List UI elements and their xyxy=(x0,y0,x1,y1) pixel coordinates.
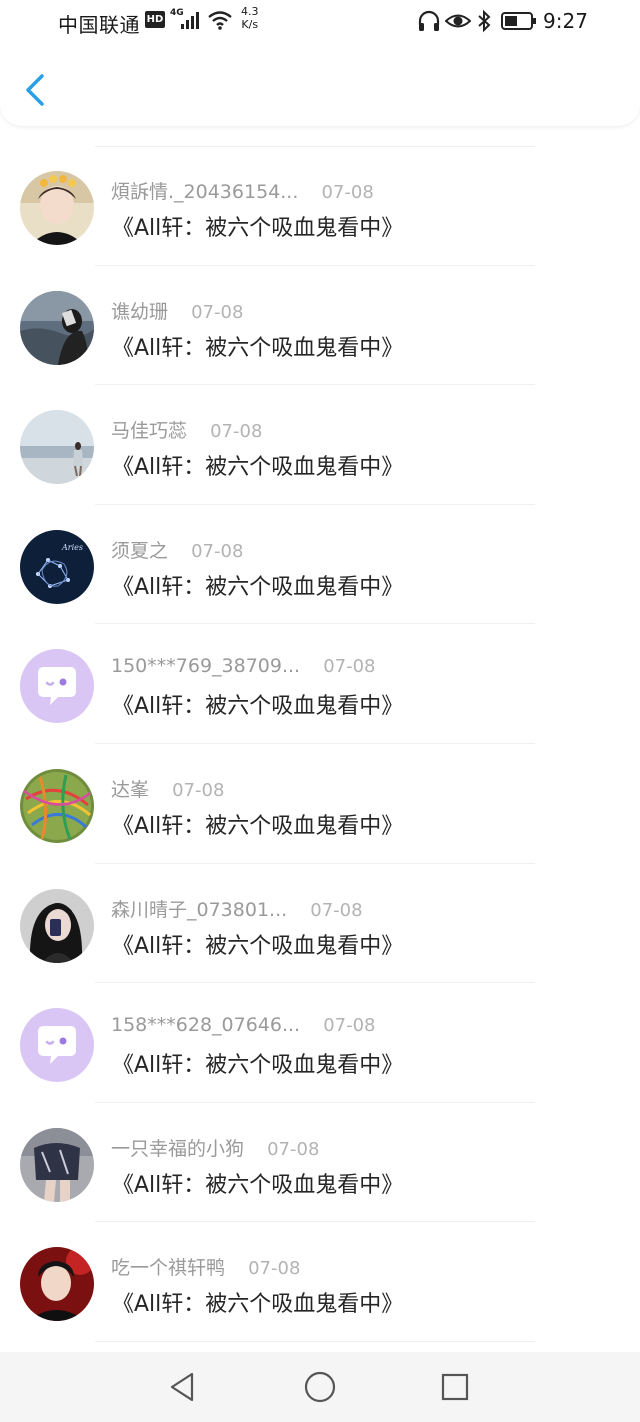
home-circle-icon xyxy=(304,1371,336,1403)
clock: 9:27 xyxy=(543,9,588,33)
divider xyxy=(95,1340,535,1342)
post-date: 07-08 xyxy=(191,301,244,323)
item-meta: 须夏之 07-08 xyxy=(111,536,243,564)
post-date: 07-08 xyxy=(191,540,244,562)
user-avatar[interactable] xyxy=(20,1127,94,1202)
user-avatar[interactable] xyxy=(20,410,94,485)
user-name: 吃一个祺轩鸭 xyxy=(111,1257,226,1280)
back-button[interactable] xyxy=(18,70,52,110)
nav-recents-button[interactable] xyxy=(438,1370,472,1404)
user-avatar[interactable]: Aries xyxy=(20,529,94,604)
list-item[interactable]: 150***769_38709... 07-08 《All轩：被六个吸血鬼看中》 xyxy=(0,624,640,744)
item-title[interactable]: 《All轩：被六个吸血鬼看中》 xyxy=(112,449,403,481)
user-avatar[interactable] xyxy=(20,290,94,365)
user-name: 煩訴情._20436154... xyxy=(111,181,299,203)
item-title[interactable]: 《All轩：被六个吸血鬼看中》 xyxy=(112,928,403,960)
post-date: 07-08 xyxy=(323,1015,376,1037)
bluetooth-icon xyxy=(478,9,491,33)
default-avatar-icon xyxy=(20,1008,94,1083)
status-bar: 中国联通 HD 4G 4.3 K/s 9:27 xyxy=(0,0,640,44)
item-title[interactable]: 《All轩：被六个吸血鬼看中》 xyxy=(112,330,403,362)
item-meta: 煩訴情._20436154... 07-08 xyxy=(111,177,374,205)
user-name: 马佳巧蕊 xyxy=(111,420,188,443)
user-name: 158***628_07646... xyxy=(111,1014,301,1037)
user-name: 森川晴子_073801... xyxy=(111,898,288,921)
item-title[interactable]: 《All轩：被六个吸血鬼看中》 xyxy=(112,1286,403,1318)
item-meta: 森川晴子_073801... 07-08 xyxy=(111,895,363,923)
item-meta: 158***628_07646... 07-08 xyxy=(111,1014,376,1042)
user-name: 150***769_38709... xyxy=(111,655,301,678)
list-item[interactable]: Aries 须夏之 07-08 《All轩：被六个吸血鬼看中》 xyxy=(0,505,640,625)
post-date: 07-08 xyxy=(172,779,225,801)
recommendation-list: 煩訴情._20436154... 07-08 《All轩：被六个吸血鬼看中》 谯… xyxy=(0,146,640,1342)
system-nav-bar xyxy=(0,1352,640,1422)
item-title[interactable]: 《All轩：被六个吸血鬼看中》 xyxy=(112,569,403,601)
item-meta: 150***769_38709... 07-08 xyxy=(111,655,376,683)
user-avatar[interactable] xyxy=(20,888,94,963)
svg-text:Aries: Aries xyxy=(61,543,83,552)
network-speed: 4.3 K/s xyxy=(241,5,259,31)
default-avatar-icon xyxy=(20,649,94,724)
item-title[interactable]: 《All轩：被六个吸血鬼看中》 xyxy=(112,1167,403,1199)
post-date: 07-08 xyxy=(321,182,374,203)
item-title[interactable]: 《All轩：被六个吸血鬼看中》 xyxy=(112,688,403,720)
nav-back-button[interactable] xyxy=(165,1370,199,1404)
item-meta: 达峯 07-08 xyxy=(111,775,224,803)
post-date: 07-08 xyxy=(210,421,263,443)
post-date: 07-08 xyxy=(323,656,376,678)
chevron-left-icon xyxy=(26,74,44,106)
list-item[interactable]: 158***628_07646... 07-08 《All轩：被六个吸血鬼看中》 xyxy=(0,983,640,1103)
item-meta: 马佳巧蕊 07-08 xyxy=(111,416,262,444)
list-item[interactable]: 森川晴子_073801... 07-08 《All轩：被六个吸血鬼看中》 xyxy=(0,864,640,984)
item-meta: 一只幸福的小狗 07-08 xyxy=(111,1134,319,1162)
user-name: 须夏之 xyxy=(111,539,169,562)
post-date: 07-08 xyxy=(310,899,363,921)
app-header: 中国联通 HD 4G 4.3 K/s 9:27 xyxy=(0,0,640,126)
user-avatar[interactable] xyxy=(20,768,94,843)
list-item[interactable]: 一只幸福的小狗 07-08 《All轩：被六个吸血鬼看中》 xyxy=(0,1103,640,1223)
speed-unit: K/s xyxy=(241,18,259,31)
post-date: 07-08 xyxy=(248,1258,301,1280)
nav-home-button[interactable] xyxy=(303,1370,337,1404)
list-item[interactable]: 达峯 07-08 《All轩：被六个吸血鬼看中》 xyxy=(0,744,640,864)
recents-square-icon xyxy=(441,1373,469,1401)
list-item[interactable]: 吃一个祺轩鸭 07-08 《All轩：被六个吸血鬼看中》 xyxy=(0,1222,640,1342)
user-name: 谯幼珊 xyxy=(111,300,169,323)
hd-badge: HD xyxy=(145,11,165,28)
user-avatar[interactable] xyxy=(20,1008,94,1083)
wifi-icon xyxy=(208,11,232,30)
user-avatar[interactable] xyxy=(20,171,94,245)
post-date: 07-08 xyxy=(267,1138,320,1160)
user-avatar[interactable] xyxy=(20,649,94,724)
battery-icon xyxy=(501,12,536,30)
eye-icon xyxy=(445,14,471,28)
item-title[interactable]: 《All轩：被六个吸血鬼看中》 xyxy=(112,210,403,242)
headphones-icon xyxy=(418,10,440,31)
user-name: 达峯 xyxy=(111,778,150,801)
item-meta: 吃一个祺轩鸭 07-08 xyxy=(111,1253,300,1281)
carrier-label: 中国联通 xyxy=(58,13,140,37)
list-item[interactable]: 马佳巧蕊 07-08 《All轩：被六个吸血鬼看中》 xyxy=(0,385,640,505)
speed-value: 4.3 xyxy=(241,5,259,18)
back-triangle-icon xyxy=(170,1372,194,1402)
signal-icon xyxy=(181,12,199,29)
list-item[interactable]: 谯幼珊 07-08 《All轩：被六个吸血鬼看中》 xyxy=(0,266,640,386)
list-item[interactable]: 煩訴情._20436154... 07-08 《All轩：被六个吸血鬼看中》 xyxy=(0,146,640,266)
item-title[interactable]: 《All轩：被六个吸血鬼看中》 xyxy=(112,808,403,840)
item-meta: 谯幼珊 07-08 xyxy=(111,297,243,325)
user-avatar[interactable] xyxy=(20,1247,94,1322)
user-name: 一只幸福的小狗 xyxy=(111,1137,245,1160)
item-title[interactable]: 《All轩：被六个吸血鬼看中》 xyxy=(112,1047,403,1079)
